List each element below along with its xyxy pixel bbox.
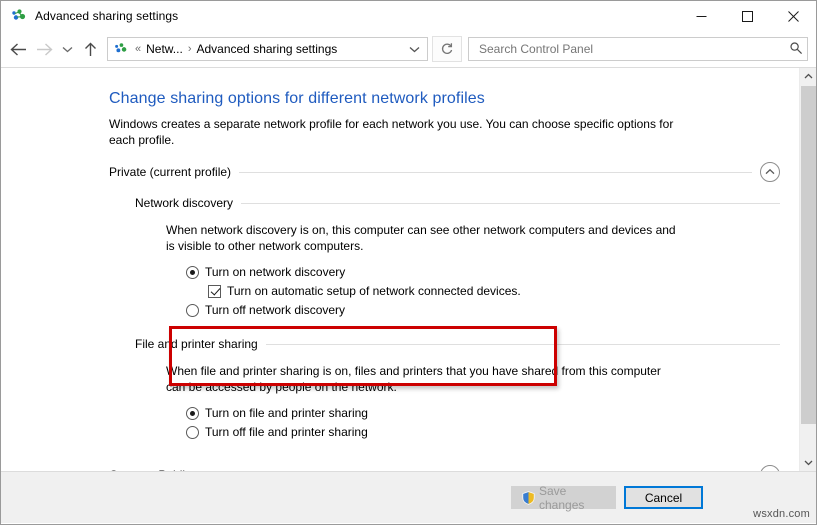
checkbox-indicator-checked[interactable] xyxy=(208,285,221,298)
watermark: wsxdn.com xyxy=(753,508,810,520)
page-title: Change sharing options for different net… xyxy=(109,90,796,108)
address-bar[interactable]: « Netw... › Advanced sharing settings xyxy=(107,37,428,61)
breadcrumb-prefix: « xyxy=(133,43,143,55)
radio-turn-on-network-discovery[interactable]: Turn on network discovery xyxy=(186,263,796,281)
radio-turn-on-file-printer-sharing[interactable]: Turn on file and printer sharing xyxy=(186,404,796,422)
vertical-scrollbar[interactable] xyxy=(799,68,816,471)
navigation-bar: « Netw... › Advanced sharing settings xyxy=(1,31,816,67)
search-control-panel-box[interactable] xyxy=(468,37,808,61)
checkbox-automatic-setup[interactable]: Turn on automatic setup of network conne… xyxy=(208,282,796,300)
option-label: Turn on file and printer sharing xyxy=(205,406,368,420)
breadcrumb-item-network[interactable]: Netw... xyxy=(143,41,186,57)
group-header-network-discovery: Network discovery xyxy=(135,196,780,210)
save-changes-label: Save changes xyxy=(539,484,605,512)
option-label: Turn off file and printer sharing xyxy=(205,425,368,439)
save-changes-button[interactable]: Save changes xyxy=(511,486,616,509)
group-header-file-printer-sharing: File and printer sharing xyxy=(135,337,780,351)
scroll-up-button[interactable] xyxy=(800,68,816,85)
network-discovery-options: Turn on network discovery Turn on automa… xyxy=(186,263,796,319)
radio-indicator-off[interactable] xyxy=(186,426,199,439)
radio-turn-off-file-printer-sharing[interactable]: Turn off file and printer sharing xyxy=(186,423,796,441)
group-label-network-discovery: Network discovery xyxy=(135,196,241,210)
radio-indicator-on[interactable] xyxy=(186,266,199,279)
cancel-button[interactable]: Cancel xyxy=(624,486,703,509)
up-button[interactable] xyxy=(77,36,103,62)
title-bar: Advanced sharing settings xyxy=(1,1,816,31)
search-input[interactable] xyxy=(477,41,789,57)
scrollbar-thumb[interactable] xyxy=(801,86,816,424)
section-label-private: Private (current profile) xyxy=(109,165,239,179)
collapse-chevron-icon[interactable] xyxy=(760,162,780,182)
radio-indicator-off[interactable] xyxy=(186,304,199,317)
maximize-button[interactable] xyxy=(724,1,770,31)
group-rule xyxy=(241,203,780,204)
section-rule xyxy=(239,172,752,173)
page-intro-text: Windows creates a separate network profi… xyxy=(109,116,684,148)
back-button[interactable] xyxy=(5,36,31,62)
content-area: Change sharing options for different net… xyxy=(1,67,816,471)
forward-button xyxy=(31,36,57,62)
file-printer-sharing-description: When file and printer sharing is on, fil… xyxy=(166,363,682,395)
scroll-down-button[interactable] xyxy=(800,454,816,471)
refresh-button[interactable] xyxy=(432,36,462,62)
close-button[interactable] xyxy=(770,1,816,31)
advanced-sharing-settings-window: Advanced sharing settings xyxy=(0,0,817,525)
cancel-label: Cancel xyxy=(645,491,682,505)
group-rule xyxy=(266,344,780,345)
address-dropdown-icon[interactable] xyxy=(405,39,423,59)
recent-locations-button[interactable] xyxy=(57,36,77,62)
section-header-private[interactable]: Private (current profile) xyxy=(109,162,780,182)
window-controls xyxy=(678,1,816,31)
settings-scroll-pane: Change sharing options for different net… xyxy=(1,68,796,471)
file-printer-sharing-options: Turn on file and printer sharing Turn of… xyxy=(186,404,796,441)
window-title: Advanced sharing settings xyxy=(35,9,178,23)
minimize-button[interactable] xyxy=(678,1,724,31)
option-label: Turn off network discovery xyxy=(205,303,345,317)
radio-indicator-on[interactable] xyxy=(186,407,199,420)
footer-action-bar: Save changes Cancel wsxdn.com xyxy=(1,471,816,523)
uac-shield-icon xyxy=(522,491,535,505)
search-icon[interactable] xyxy=(789,41,803,58)
network-sharing-icon xyxy=(11,8,27,24)
radio-turn-off-network-discovery[interactable]: Turn off network discovery xyxy=(186,301,796,319)
breadcrumb-item-current[interactable]: Advanced sharing settings xyxy=(193,41,340,57)
address-network-icon xyxy=(114,42,128,56)
breadcrumb-separator[interactable]: › xyxy=(186,43,194,55)
group-label-file-printer-sharing: File and printer sharing xyxy=(135,337,266,351)
network-discovery-description: When network discovery is on, this compu… xyxy=(166,222,682,254)
option-label: Turn on automatic setup of network conne… xyxy=(227,284,521,298)
option-label: Turn on network discovery xyxy=(205,265,345,279)
